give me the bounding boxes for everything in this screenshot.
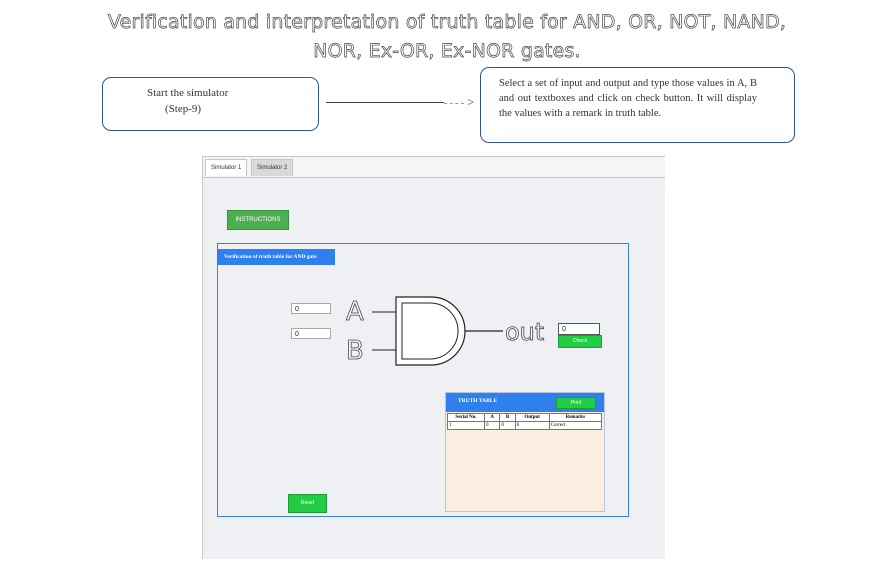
and-gate-diagram: A B out — [346, 296, 545, 366]
cell-output: 0 — [514, 421, 550, 430]
output-field[interactable]: 0 — [558, 323, 600, 335]
and-gate-panel: Verification of truth table for AND gate… — [217, 243, 629, 517]
col-remarks: Remarks — [548, 413, 603, 422]
reset-button[interactable]: Reset — [288, 494, 327, 513]
truth-table-panel: TRUTH TABLE Print Serial No. A B Output … — [445, 392, 605, 512]
check-button[interactable]: Check — [558, 335, 602, 348]
tab-simulator-2[interactable]: Simulator 2 — [251, 159, 294, 176]
step-callout-line2: (Step-9) — [165, 103, 202, 115]
connector-dash — [444, 103, 464, 104]
label-b: B — [346, 336, 364, 366]
and-gate-icon — [372, 296, 503, 366]
step-callout-line1: Start the simulator — [147, 87, 229, 99]
cell-a: 0 — [483, 421, 501, 430]
instruction-callout-text: Select a set of input and output and typ… — [499, 78, 757, 119]
panel-title: Verification of truth table for AND gate — [218, 249, 335, 265]
col-output: Output — [514, 413, 550, 422]
table-row: 1 0 0 0 Correct — [447, 421, 603, 430]
and-gate-body — [395, 296, 466, 366]
col-a: A — [483, 413, 501, 422]
connector-line — [326, 102, 444, 103]
instruction-callout: Select a set of input and output and typ… — [480, 67, 795, 143]
page-heading: Verification and interpretation of truth… — [60, 8, 834, 66]
truth-table-title: TRUTH TABLE — [458, 398, 498, 404]
truth-table: Serial No. A B Output Remarks 1 0 0 0 Co… — [447, 413, 603, 430]
instructions-button[interactable]: INSTRUCTIONS — [227, 210, 289, 230]
col-b: B — [499, 413, 516, 422]
truth-table-head-row: Serial No. A B Output Remarks — [447, 413, 603, 422]
label-out: out — [505, 318, 544, 346]
page-heading-line2: NOR, Ex-OR, Ex-NOR gates. — [313, 40, 581, 63]
cell-remarks: Correct — [548, 421, 603, 430]
tab-bar: Simulator 1 Simulator 2 — [203, 157, 665, 178]
step-callout: Start the simulator (Step-9) — [102, 77, 319, 131]
label-a: A — [346, 297, 364, 327]
arrow-right-icon: > — [467, 95, 475, 109]
tab-simulator-1[interactable]: Simulator 1 — [205, 159, 248, 176]
input-a-field[interactable]: 0 — [291, 303, 331, 314]
col-serial: Serial No. — [447, 413, 485, 422]
input-b-field[interactable]: 0 — [291, 328, 331, 339]
cell-serial: 1 — [447, 421, 485, 430]
cell-b: 0 — [499, 421, 516, 430]
print-button[interactable]: Print — [556, 397, 596, 409]
page-heading-line1: Verification and interpretation of truth… — [107, 11, 787, 34]
truth-table-header: TRUTH TABLE Print — [446, 393, 604, 412]
simulator-window: Simulator 1 Simulator 2 INSTRUCTIONS Ver… — [202, 156, 665, 559]
